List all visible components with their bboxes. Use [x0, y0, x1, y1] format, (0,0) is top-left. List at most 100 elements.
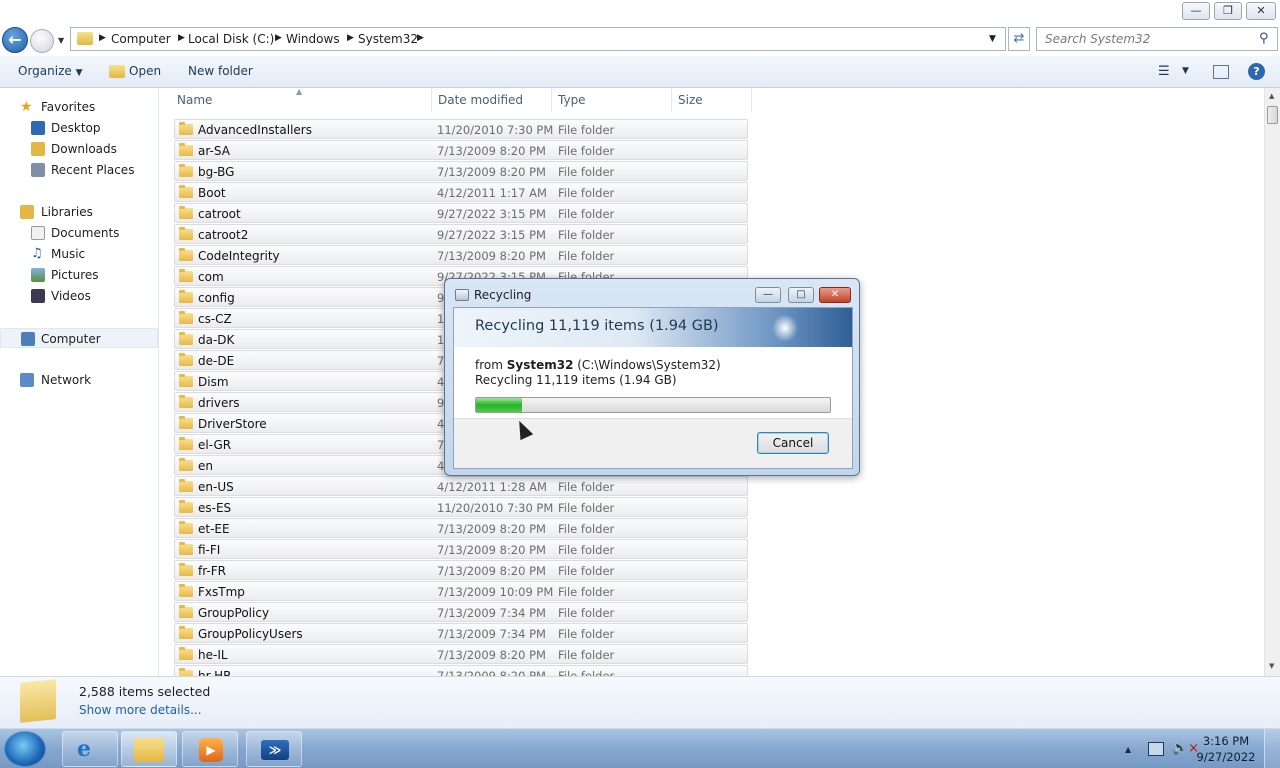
taskbar-powershell[interactable]: ≫	[246, 731, 302, 767]
column-header-date[interactable]: Date modified	[438, 93, 523, 107]
scroll-down-icon[interactable]: ▼	[1269, 662, 1274, 670]
breadcrumb-local-disk[interactable]: Local Disk (C:)	[188, 32, 274, 46]
search-icon[interactable]: ⚲	[1259, 31, 1269, 46]
maximize-button[interactable]: ❐	[1214, 2, 1242, 20]
show-more-details-link[interactable]: Show more details...	[79, 703, 202, 717]
file-row[interactable]: ar-SA 7/13/2009 8:20 PM File folder	[174, 140, 748, 160]
file-row[interactable]: et-EE 7/13/2009 8:20 PM File folder	[174, 518, 748, 538]
column-divider[interactable]	[551, 88, 552, 112]
breadcrumb-separator-icon[interactable]: ▶	[417, 33, 424, 43]
music-icon: ♫	[31, 246, 43, 261]
breadcrumb-separator-icon[interactable]: ▶	[178, 33, 185, 43]
file-row[interactable]: catroot2 9/27/2022 3:15 PM File folder	[174, 224, 748, 244]
view-options-icon[interactable]: ☰	[1158, 64, 1170, 79]
preview-pane-icon[interactable]	[1213, 65, 1229, 79]
breadcrumb-separator-icon[interactable]: ▶	[347, 33, 354, 43]
nav-recent-places[interactable]: Recent Places	[0, 160, 158, 180]
taskbar-windows-explorer[interactable]	[121, 731, 177, 767]
system-clock[interactable]: 3:16 PM 9/27/2022	[1196, 733, 1256, 765]
breadcrumb-computer[interactable]: Computer	[111, 32, 171, 46]
vertical-scrollbar[interactable]: ▲ ▼	[1264, 88, 1280, 676]
recent-pages-dropdown-icon[interactable]: ▼	[58, 36, 64, 45]
file-type: File folder	[558, 249, 615, 263]
address-dropdown-icon[interactable]: ▼	[989, 34, 996, 44]
nav-videos[interactable]: Videos	[0, 286, 158, 306]
dialog-maximize-button[interactable]: □	[788, 287, 814, 303]
search-input[interactable]: Search System32 ⚲	[1036, 27, 1278, 51]
back-button[interactable]: ←	[2, 27, 28, 53]
column-header-size[interactable]: Size	[678, 93, 703, 107]
nav-computer[interactable]: Computer	[0, 328, 158, 348]
folder-icon	[179, 563, 193, 576]
file-row[interactable]: CodeIntegrity 7/13/2009 8:20 PM File folde…	[174, 245, 748, 265]
column-divider[interactable]	[431, 88, 432, 112]
network-tray-icon[interactable]	[1148, 742, 1164, 756]
file-row[interactable]: fr-FR 7/13/2009 8:20 PM File folder	[174, 560, 748, 580]
refresh-button[interactable]: ⇄	[1008, 27, 1030, 51]
nav-documents[interactable]: Documents	[0, 223, 158, 243]
windows-start-icon[interactable]	[4, 731, 46, 767]
nav-network[interactable]: Network	[0, 370, 158, 390]
nav-pictures[interactable]: Pictures	[0, 265, 158, 285]
sort-ascending-icon: ▲	[296, 88, 303, 96]
column-header-name[interactable]: Name	[177, 93, 212, 107]
help-icon[interactable]: ?	[1248, 63, 1265, 80]
address-row: ← ▼ ▶ Computer ▶ Local Disk (C:) ▶ Windo…	[0, 24, 1280, 56]
breadcrumb-system32[interactable]: System32	[358, 32, 418, 46]
organize-button[interactable]: Organize ▼	[18, 64, 83, 78]
taskbar-internet-explorer[interactable]: e	[62, 731, 118, 767]
file-row[interactable]: GroupPolicy 7/13/2009 7:34 PM File folder	[174, 602, 748, 622]
column-header-type[interactable]: Type	[558, 93, 586, 107]
dialog-minimize-button[interactable]: —	[755, 287, 781, 303]
nav-downloads[interactable]: Downloads	[0, 139, 158, 159]
file-row[interactable]: es-ES 11/20/2010 7:30 PM File folder	[174, 497, 748, 517]
file-row[interactable]: Boot 4/12/2011 1:17 AM File folder	[174, 182, 748, 202]
nav-libraries[interactable]: Libraries	[0, 202, 158, 222]
minimize-button[interactable]: —	[1182, 2, 1210, 20]
file-row[interactable]: he-IL 7/13/2009 8:20 PM File folder	[174, 644, 748, 664]
scroll-up-icon[interactable]: ▲	[1269, 92, 1274, 100]
file-type: File folder	[558, 186, 615, 200]
pictures-icon	[31, 268, 45, 282]
file-row[interactable]: bg-BG 7/13/2009 8:20 PM File folder	[174, 161, 748, 181]
file-row[interactable]: hr-HR 7/13/2009 8:20 PM File folder	[174, 665, 748, 676]
chevron-down-icon: ▼	[75, 68, 83, 78]
file-row[interactable]: catroot 9/27/2022 3:15 PM File folder	[174, 203, 748, 223]
file-row[interactable]: en-US 4/12/2011 1:28 AM File folder	[174, 476, 748, 496]
nav-label: Libraries	[41, 205, 93, 219]
scroll-thumb[interactable]	[1267, 106, 1278, 124]
taskbar-media-player[interactable]: ▶	[182, 731, 238, 767]
new-folder-button[interactable]: New folder	[188, 64, 253, 78]
videos-icon	[31, 289, 45, 303]
file-type: File folder	[558, 501, 615, 515]
nav-favorites[interactable]: ★ Favorites	[0, 97, 158, 117]
breadcrumb-separator-icon[interactable]: ▶	[99, 33, 106, 43]
file-name: en	[198, 459, 213, 473]
open-folder-icon	[109, 65, 125, 78]
show-desktop-button[interactable]	[1264, 729, 1280, 768]
breadcrumb-windows[interactable]: Windows	[286, 32, 340, 46]
forward-button[interactable]	[30, 29, 54, 53]
view-chevron-down-icon[interactable]: ▼	[1182, 66, 1189, 76]
file-row[interactable]: FxsTmp 7/13/2009 10:09 PM File folder	[174, 581, 748, 601]
file-row[interactable]: AdvancedInstallers 11/20/2010 7:30 PM File…	[174, 119, 748, 139]
dialog-close-button[interactable]: ✕	[819, 287, 851, 303]
open-button[interactable]: Open	[129, 64, 161, 78]
show-hidden-icons-icon[interactable]: ▲	[1125, 745, 1131, 754]
nav-music[interactable]: ♫ Music	[0, 244, 158, 264]
folder-icon	[179, 122, 193, 135]
file-date: 9/27/2022 3:15 PM	[437, 207, 546, 221]
search-placeholder: Search System32	[1045, 32, 1151, 46]
file-row[interactable]: fi-FI 7/13/2009 8:20 PM File folder	[174, 539, 748, 559]
file-date: 7/13/2009 10:09 PM	[437, 585, 554, 599]
breadcrumb-separator-icon[interactable]: ▶	[275, 33, 282, 43]
column-divider[interactable]	[751, 88, 752, 112]
folder-icon	[179, 164, 193, 177]
close-button[interactable]: ✕	[1246, 2, 1276, 20]
desktop-icon	[31, 121, 45, 135]
cancel-button[interactable]: Cancel	[757, 432, 829, 454]
column-divider[interactable]	[671, 88, 672, 112]
file-row[interactable]: GroupPolicyUsers 7/13/2009 7:34 PM File fo…	[174, 623, 748, 643]
nav-desktop[interactable]: Desktop	[0, 118, 158, 138]
address-bar[interactable]: ▶ Computer ▶ Local Disk (C:) ▶ Windows ▶…	[70, 27, 1006, 51]
